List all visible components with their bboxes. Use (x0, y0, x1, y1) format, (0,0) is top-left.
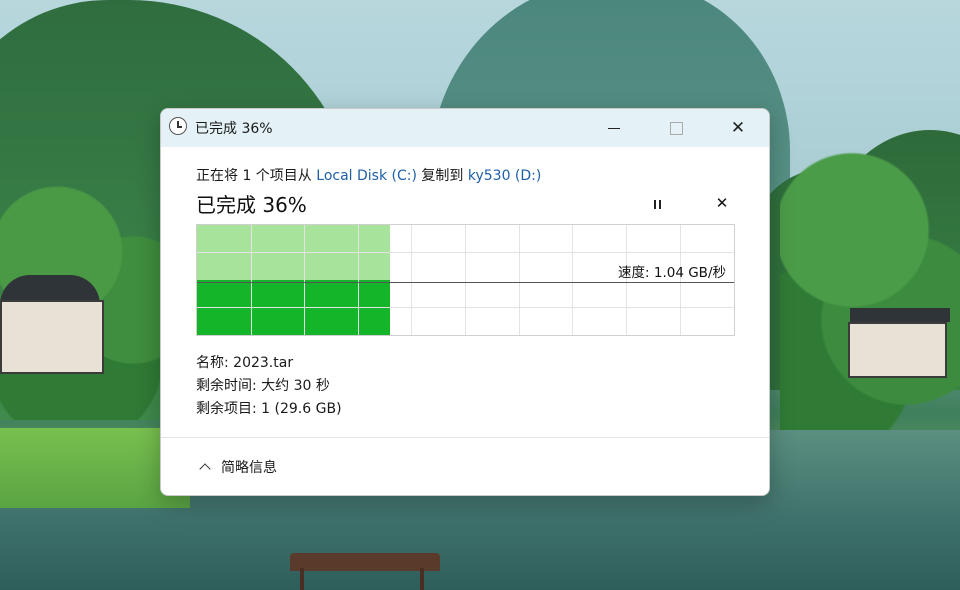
time-remaining-row: 剩余时间: 大约 30 秒 (196, 375, 330, 395)
pause-icon (653, 199, 656, 209)
progress-status: 已完成 36% (196, 193, 307, 217)
fewer-details-toggle[interactable]: 简略信息 (199, 457, 277, 477)
pause-button[interactable] (649, 196, 665, 212)
minimize-icon (608, 127, 620, 129)
items-remaining-value: 1 (29.6 GB) (261, 401, 342, 417)
minimize-button[interactable] (583, 109, 645, 147)
window-title: 已完成 36% (195, 121, 273, 137)
close-icon: ✕ (730, 118, 746, 138)
close-button[interactable]: ✕ (707, 109, 769, 147)
items-remaining-row: 剩余项目: 1 (29.6 GB) (196, 398, 342, 418)
copy-prefix: 正在将 1 个项目从 (196, 168, 317, 184)
file-name-label: 名称: (196, 355, 229, 371)
details-label: 简略信息 (221, 460, 277, 476)
file-name-value: 2023.tar (233, 355, 294, 371)
maximize-button[interactable] (645, 109, 707, 147)
transfer-speed-graph: 速度: 1.04 GB/秒 (196, 224, 735, 336)
source-link[interactable]: Local Disk (C:) (316, 168, 417, 184)
cancel-button[interactable]: ✕ (714, 195, 730, 211)
close-icon: ✕ (715, 194, 729, 212)
clock-icon (169, 117, 187, 135)
chevron-up-icon (199, 463, 211, 475)
destination-link[interactable]: ky530 (D:) (468, 168, 542, 184)
file-name-row: 名称: 2023.tar (196, 352, 293, 372)
copy-progress-dialog: 已完成 36% ✕ 正在将 1 个项目从 Local Disk (C:) 复制到… (160, 108, 770, 496)
copy-description: 正在将 1 个项目从 Local Disk (C:) 复制到 ky530 (D:… (196, 165, 541, 185)
speed-readout: 速度: 1.04 GB/秒 (618, 265, 726, 281)
divider (161, 437, 769, 438)
speed-line (197, 282, 734, 283)
maximize-icon (669, 121, 683, 135)
time-remaining-value: 大约 30 秒 (261, 378, 330, 394)
items-remaining-label: 剩余项目: (196, 401, 257, 417)
time-remaining-label: 剩余时间: (196, 378, 257, 394)
copy-middle: 复制到 (416, 168, 468, 184)
title-bar[interactable]: 已完成 36% ✕ (161, 109, 769, 147)
